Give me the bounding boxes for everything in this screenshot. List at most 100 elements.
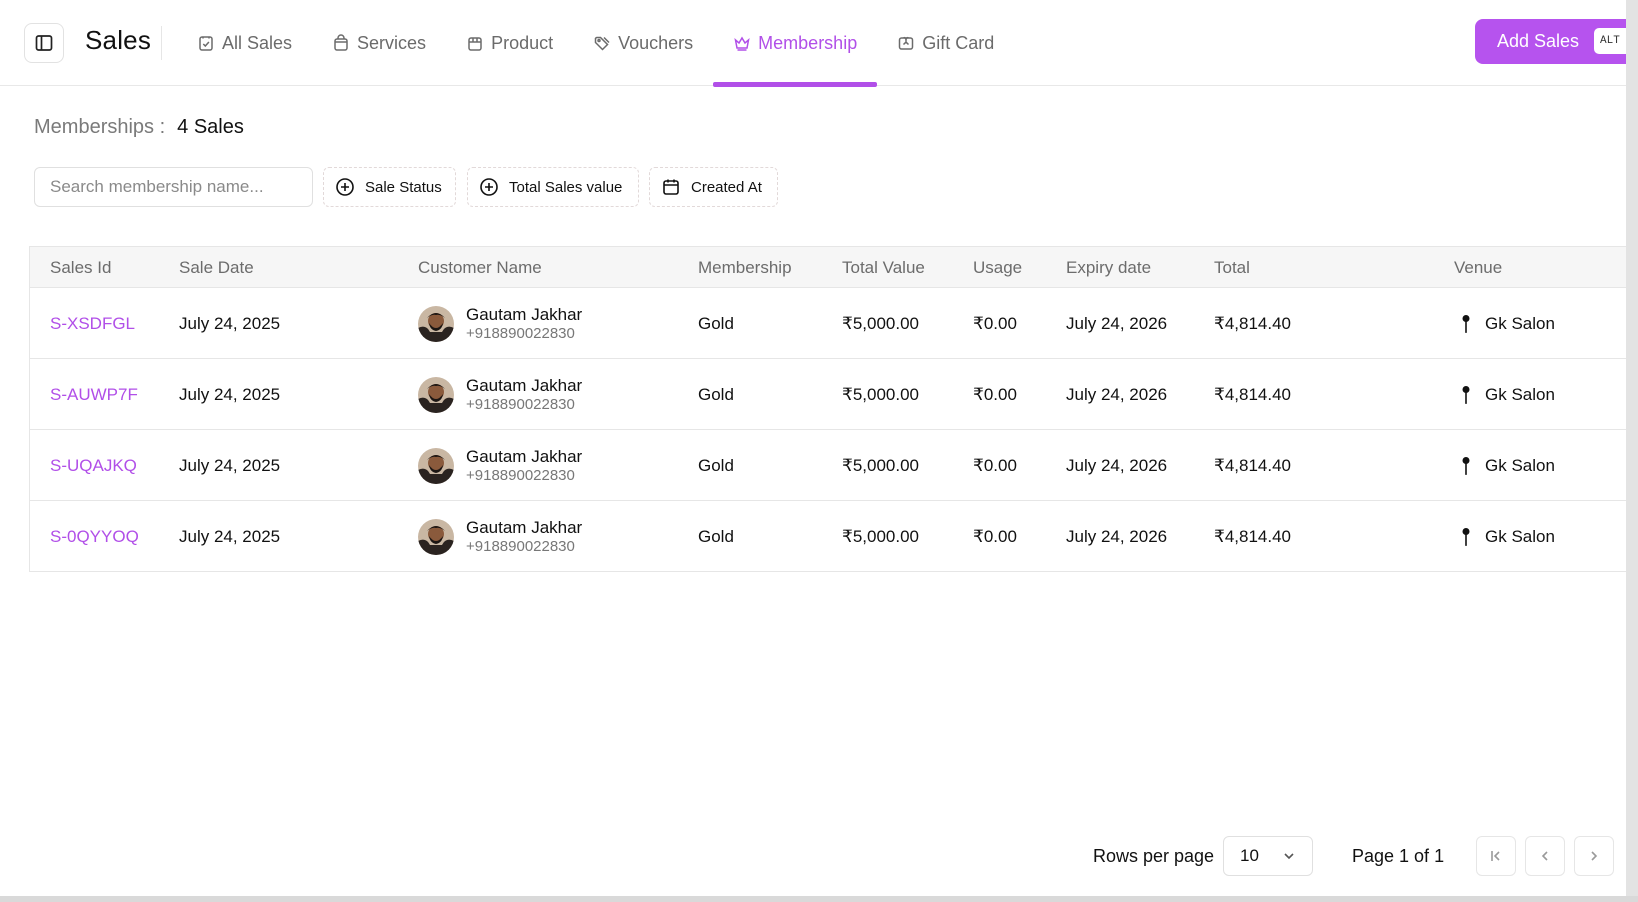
created-at-filter[interactable]: Created At [649,167,778,207]
total-value: ₹5,000.00 [842,455,919,475]
gift-card-icon [898,36,914,50]
venue-cell: Gk Salon [1461,359,1555,430]
expiry-date: July 24, 2026 [1066,455,1168,475]
venue-name: Gk Salon [1485,313,1555,333]
sales-id-link[interactable]: S-UQAJKQ [50,430,137,501]
venue-name: Gk Salon [1485,526,1555,546]
page-title: Sales [85,25,152,55]
prev-page-button[interactable] [1525,836,1565,876]
rows-per-page-value: 10 [1240,846,1259,865]
venue-name: Gk Salon [1485,455,1555,475]
tab-membership[interactable]: Membership [713,0,878,87]
customer-cell: Gautam Jakhar +918890022830 [418,501,582,572]
tab-vouchers[interactable]: Vouchers [573,0,713,86]
venue-cell: Gk Salon [1461,288,1555,359]
tags-icon [594,36,610,51]
customer-phone: +918890022830 [466,466,575,484]
rows-per-page-select[interactable]: 10 [1223,836,1313,876]
sidebar-toggle-button[interactable] [24,23,64,63]
filter-label: Sale Status [365,178,442,196]
package-icon [468,37,482,51]
col-customer-name[interactable]: Customer Name [418,247,542,288]
search-input[interactable] [34,167,313,207]
col-venue[interactable]: Venue [1454,247,1502,288]
col-total-value[interactable]: Total Value [842,247,925,288]
memberships-summary: Memberships : 4 Sales [34,116,244,139]
window-scrollbar[interactable] [1626,0,1638,902]
calendar-icon [663,179,679,195]
next-page-button[interactable] [1574,836,1614,876]
tab-label: Gift Card [922,32,995,53]
col-expiry-date[interactable]: Expiry date [1066,247,1151,288]
sale-date: July 24, 2025 [179,313,281,333]
sales-id-link[interactable]: S-AUWP7F [50,359,138,430]
avatar [418,447,454,484]
venue-cell: Gk Salon [1461,501,1555,572]
total-value: ₹5,000.00 [842,384,919,404]
customer-cell: Gautam Jakhar +918890022830 [418,359,582,430]
table-row[interactable]: S-XSDFGL July 24, 2025 Gautam Jakhar +91889… [30,288,1626,359]
venue-cell: Gk Salon [1461,430,1555,501]
sale-status-filter[interactable]: Sale Status [323,167,456,207]
customer-phone: +918890022830 [466,395,575,413]
total-amount: ₹4,814.40 [1214,455,1291,475]
avatar [418,376,454,413]
membership-name: Gold [698,384,734,404]
tab-gift-card[interactable]: Gift Card [877,0,1014,86]
tab-services[interactable]: Services [312,0,446,86]
chevrons-first-icon [1491,851,1500,861]
usage-value: ₹0.00 [973,313,1017,333]
customer-name: Gautam Jakhar [466,517,583,537]
plus-circle-icon [480,178,498,196]
avatar [418,518,454,555]
tab-label: Services [357,32,427,53]
chevron-right-icon [1591,851,1598,861]
table-row[interactable]: S-UQAJKQ July 24, 2025 Gautam Jakhar +91889… [30,430,1626,501]
table-row[interactable]: S-AUWP7F July 24, 2025 Gautam Jakhar +91889… [30,359,1626,430]
location-pin-icon [1461,314,1471,334]
filter-label: Created At [691,178,762,196]
sales-id-link[interactable]: S-0QYYOQ [50,501,139,572]
tab-label: Product [491,32,554,53]
expiry-date: July 24, 2026 [1066,384,1168,404]
filter-label: Total Sales value [509,178,623,196]
clipboard-check-icon [199,36,213,51]
expiry-date: July 24, 2026 [1066,526,1168,546]
sales-tabs: All Sales Services Product Vouchers Memb… [177,0,1014,87]
tab-label: All Sales [222,32,293,53]
total-value: ₹5,000.00 [842,313,919,333]
shopping-bag-icon [334,34,348,51]
customer-name: Gautam Jakhar [466,375,583,395]
sale-date: July 24, 2025 [179,384,281,404]
add-sales-button[interactable]: Add Sales ALT [1475,19,1626,64]
total-amount: ₹4,814.40 [1214,384,1291,404]
summary-label: Memberships : [34,116,166,138]
table-header: Sales Id Sale Date Customer Name Members… [30,247,1626,288]
avatar [418,305,454,342]
sales-id-link[interactable]: S-XSDFGL [50,288,135,359]
customer-name: Gautam Jakhar [466,446,583,466]
plus-circle-icon [336,178,354,196]
sales-page: Sales All Sales Services Product Voucher… [0,0,1626,896]
usage-value: ₹0.00 [973,455,1017,475]
tab-all-sales[interactable]: All Sales [177,0,312,86]
customer-phone: +918890022830 [466,537,575,555]
membership-name: Gold [698,313,734,333]
col-sales-id[interactable]: Sales Id [50,247,111,288]
membership-name: Gold [698,526,734,546]
location-pin-icon [1461,527,1471,547]
col-total[interactable]: Total [1214,247,1250,288]
first-page-button[interactable] [1476,836,1516,876]
col-usage[interactable]: Usage [973,247,1022,288]
usage-value: ₹0.00 [973,384,1017,404]
table-row[interactable]: S-0QYYOQ July 24, 2025 Gautam Jakhar +91889… [30,501,1626,572]
sale-date: July 24, 2025 [179,455,281,475]
customer-phone: +918890022830 [466,324,575,342]
total-sales-value-filter[interactable]: Total Sales value [467,167,639,207]
window-bottom-edge [0,896,1638,902]
expiry-date: July 24, 2026 [1066,313,1168,333]
title-divider [161,26,162,60]
col-membership[interactable]: Membership [698,247,792,288]
col-sale-date[interactable]: Sale Date [179,247,254,288]
tab-product[interactable]: Product [446,0,573,86]
